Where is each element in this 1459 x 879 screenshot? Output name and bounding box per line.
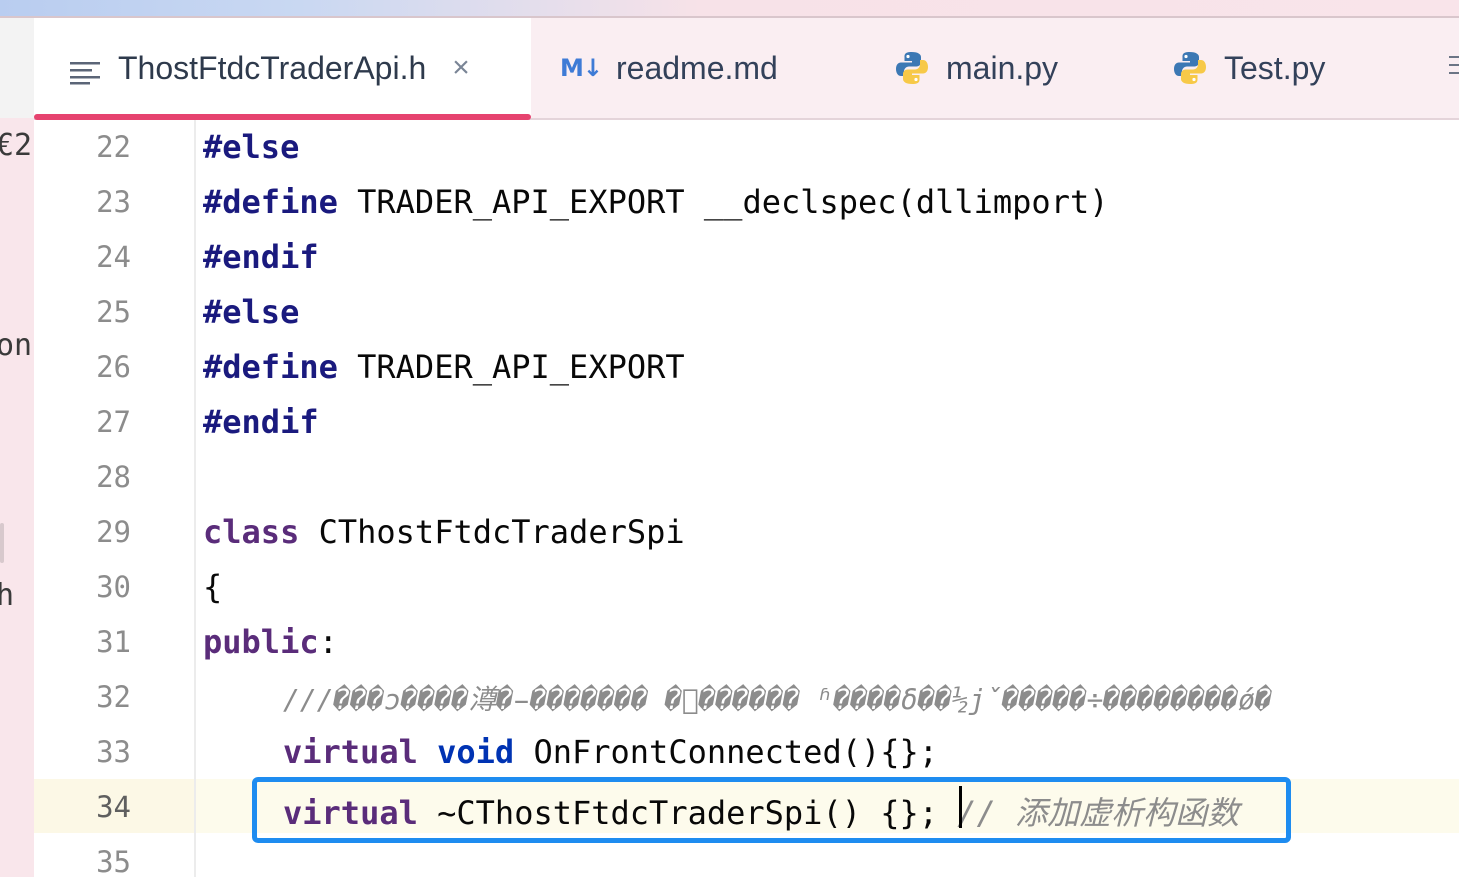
keyword: void xyxy=(437,733,515,771)
code-text: TRADER_API_EXPORT __declspec(dllimport) xyxy=(337,183,1109,221)
python-icon xyxy=(1172,50,1208,86)
left-panel-header xyxy=(0,18,34,118)
line-number[interactable]: 32 xyxy=(34,680,131,714)
code-text: OnFrontConnected(){}; xyxy=(514,733,939,771)
code-line-31[interactable]: public: xyxy=(203,623,338,661)
code-text: CThostFtdcTraderSpi xyxy=(299,513,685,551)
line-number[interactable]: 31 xyxy=(34,625,131,659)
close-icon[interactable]: × xyxy=(452,53,470,83)
code-line-24[interactable]: #endif xyxy=(203,238,319,276)
line-number-current[interactable]: 34 xyxy=(34,790,131,824)
line-number[interactable]: 23 xyxy=(34,185,131,219)
line-number[interactable]: 30 xyxy=(34,570,131,604)
garbled-comment: ///���ɔ����澊�̵������� �ͨ������ ʱ����δ��½… xyxy=(283,683,1272,716)
keyword: virtual xyxy=(283,733,418,771)
left-panel-scroll-tick[interactable] xyxy=(0,523,4,563)
preprocessor-directive: #endif xyxy=(203,403,319,441)
code-text: { xyxy=(203,568,223,606)
tab-label: readme.md xyxy=(616,49,778,86)
left-panel-fragment: €20 xyxy=(0,128,34,163)
tab-label: Test.py xyxy=(1224,49,1326,86)
line-number[interactable]: 24 xyxy=(34,240,131,274)
line-number[interactable]: 28 xyxy=(34,460,131,494)
gutter-separator xyxy=(194,120,196,877)
left-panel-strip: €20 on6 h xyxy=(0,18,34,877)
left-panel-fragment: h xyxy=(0,578,15,613)
line-number[interactable]: 29 xyxy=(34,515,131,549)
tab-readme-md[interactable]: M↓ readme.md xyxy=(560,18,778,118)
tab-thostftdctraderapi-h[interactable]: ThostFtdcTraderApi.h × xyxy=(34,18,531,120)
highlight-annotation-box xyxy=(252,777,1291,843)
markdown-icon: M↓ xyxy=(560,54,603,82)
more-tabs-icon[interactable] xyxy=(1449,56,1459,80)
tab-label: main.py xyxy=(946,49,1059,86)
preprocessor-directive: #else xyxy=(203,293,300,331)
code-line-32[interactable]: ///���ɔ����澊�̵������� �ͨ������ ʱ����δ��½… xyxy=(283,678,1272,718)
text-lines-icon xyxy=(70,56,100,85)
left-panel-fragment: on6 xyxy=(0,328,34,363)
preprocessor-directive: #endif xyxy=(203,238,319,276)
code-line-33[interactable]: virtual void OnFrontConnected(){}; xyxy=(283,733,938,771)
tab-main-py[interactable]: main.py xyxy=(894,18,1058,118)
preprocessor-directive: #define xyxy=(203,183,338,221)
keyword: public xyxy=(203,623,319,661)
tab-label: ThostFtdcTraderApi.h xyxy=(118,49,427,86)
code-line-29[interactable]: class CThostFtdcTraderSpi xyxy=(203,513,685,551)
code-line-26[interactable]: #define TRADER_API_EXPORT xyxy=(203,348,685,386)
line-number[interactable]: 35 xyxy=(34,845,131,879)
code-line-25[interactable]: #else xyxy=(203,293,299,331)
code-line-22[interactable]: #else xyxy=(203,128,299,166)
code-text: TRADER_API_EXPORT xyxy=(337,348,685,386)
window-top-bar xyxy=(0,0,1459,18)
editor-tab-bar: ThostFtdcTraderApi.h × M↓ readme.md main… xyxy=(34,18,1459,120)
line-number[interactable]: 26 xyxy=(34,350,131,384)
keyword: class xyxy=(203,513,300,551)
code-line-30[interactable]: { xyxy=(203,568,222,606)
preprocessor-directive: #define xyxy=(203,348,338,386)
python-icon xyxy=(894,50,930,86)
line-number[interactable]: 25 xyxy=(34,295,131,329)
code-text: : xyxy=(318,623,338,661)
code-line-27[interactable]: #endif xyxy=(203,403,319,441)
tab-test-py[interactable]: Test.py xyxy=(1172,18,1325,118)
code-line-23[interactable]: #define TRADER_API_EXPORT __declspec(dll… xyxy=(203,183,1108,221)
line-number[interactable]: 27 xyxy=(34,405,131,439)
preprocessor-directive: #else xyxy=(203,128,300,166)
line-number[interactable]: 33 xyxy=(34,735,131,769)
line-number[interactable]: 22 xyxy=(34,130,131,164)
